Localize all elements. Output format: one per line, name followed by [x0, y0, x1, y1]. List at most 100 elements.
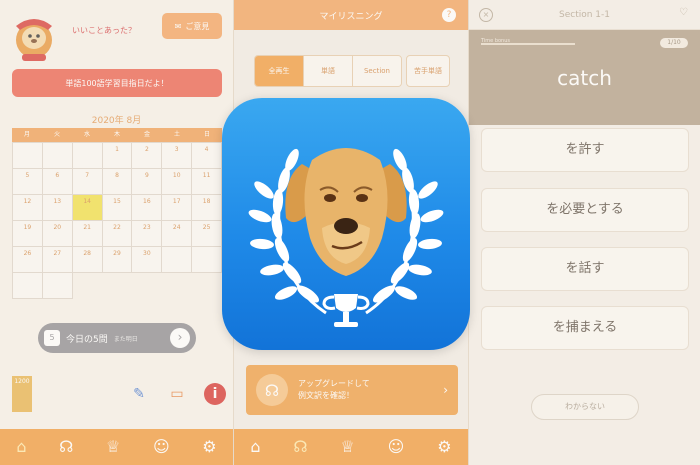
calendar-grid: 1 2 3 4 5 6 7 8 9 10 11 12 13 14 15 16 17 18 19 20 21 22 23 24 2… [12, 142, 222, 299]
calendar-day[interactable]: 24 [162, 221, 193, 247]
weekday-label: 水 [83, 131, 90, 138]
calendar-day[interactable]: 19 [13, 221, 43, 247]
choice-3[interactable]: を話す [481, 247, 689, 291]
choice-4[interactable]: を捕まえる [481, 306, 689, 350]
segment-all[interactable]: 全再生 [255, 56, 304, 86]
calendar-day[interactable]: 12 [13, 195, 43, 221]
quiz-header: × Section 1-1 ♡ [469, 0, 700, 30]
quiz-screen: × Section 1-1 ♡ Time bonus 1/10 catch を許… [468, 0, 700, 465]
greeting-bubble: いいことあった？ [72, 26, 136, 35]
calendar-weekdays: 月火水木金土日 [12, 128, 222, 142]
weak-words-button[interactable]: 苦手単語 [406, 55, 450, 87]
card-icon[interactable]: ▭ [166, 383, 188, 405]
home-tools: ✎ ▭ i [128, 383, 226, 405]
weekday-label: 月 [23, 131, 30, 138]
quiz-word: catch [557, 66, 612, 90]
upgrade-line2: 例文訳を確認！ [298, 391, 354, 400]
todays-sub: また明日 [113, 335, 138, 343]
calendar-day [42, 143, 73, 169]
weekday-label: 日 [203, 131, 210, 138]
segment-word[interactable]: 単語 [304, 56, 353, 86]
calendar-day[interactable]: 26 [13, 247, 43, 273]
tab-bar: ⌂ ☊ ♕ ☺ ⚙ [0, 429, 233, 465]
calendar-day[interactable]: 6 [42, 169, 73, 195]
word-card: Time bonus 1/10 catch [469, 30, 700, 125]
calendar-day[interactable]: 20 [42, 221, 73, 247]
calendar-day[interactable]: 28 [72, 247, 103, 273]
headphones-icon: ☊ [256, 374, 288, 406]
time-bonus-bar [481, 43, 575, 45]
calendar-day[interactable]: 16 [132, 195, 163, 221]
calendar-day [13, 273, 43, 299]
calendar-day[interactable]: 8 [102, 169, 133, 195]
choice-1[interactable]: を許す [481, 128, 689, 172]
mascot-icon [16, 19, 52, 61]
settings-icon[interactable]: ⚙ [437, 439, 451, 455]
segment-section[interactable]: Section [353, 56, 401, 86]
calendar-day[interactable]: 2 [132, 143, 163, 169]
listening-segments: 全再生 単語 Section [254, 55, 402, 87]
feedback-label: ご意見 [185, 21, 210, 31]
calendar-day[interactable]: 1 [102, 143, 133, 169]
weekday-label: 土 [173, 131, 180, 138]
profile-icon[interactable]: ☺ [388, 439, 405, 455]
calendar-day [162, 247, 193, 273]
pencil-icon[interactable]: ✎ [128, 383, 150, 405]
headphones-icon[interactable]: ☊ [59, 439, 73, 455]
info-icon[interactable]: i [204, 383, 226, 405]
upgrade-line1: アップグレードして [298, 379, 370, 388]
calendar-day [192, 247, 222, 273]
page-title: マイリスニング [319, 11, 383, 22]
chevron-right-icon: › [443, 383, 448, 397]
headphones-icon[interactable]: ☊ [293, 439, 307, 455]
calendar-day[interactable]: 11 [192, 169, 222, 195]
home-icon[interactable]: ⌂ [16, 439, 26, 455]
level-badge[interactable]: 1200 [12, 376, 32, 412]
close-icon[interactable]: × [479, 8, 493, 22]
calendar-day [72, 143, 103, 169]
trophy-icon[interactable]: ♕ [340, 439, 354, 455]
question-counter: 1/10 [660, 38, 688, 48]
calendar-day[interactable]: 3 [162, 143, 193, 169]
bookmark-icon[interactable]: ♡ [679, 7, 688, 18]
calendar-day[interactable]: 9 [132, 169, 163, 195]
calendar-day[interactable]: 4 [192, 143, 222, 169]
home-icon[interactable]: ⌂ [250, 439, 260, 455]
calendar-day-today[interactable]: 14 [72, 195, 103, 221]
calendar-day [13, 143, 43, 169]
upgrade-banner[interactable]: ☊ アップグレードして 例文訳を確認！ › [246, 365, 458, 415]
calendar-day[interactable]: 5 [13, 169, 43, 195]
todays-quiz-button[interactable]: 5 今日の5問 また明日 › [38, 323, 196, 353]
help-icon[interactable]: ? [442, 8, 456, 22]
todays-label: 今日の5問 [66, 334, 108, 345]
settings-icon[interactable]: ⚙ [202, 439, 216, 455]
level-badge-label: 1200 [14, 378, 30, 385]
calendar-day[interactable]: 13 [42, 195, 73, 221]
calendar-day[interactable]: 27 [42, 247, 73, 273]
choice-2[interactable]: を必要とする [481, 188, 689, 232]
feedback-button[interactable]: ✉ ご意見 [162, 13, 222, 39]
calendar-day[interactable]: 29 [102, 247, 133, 273]
profile-icon[interactable]: ☺ [153, 439, 170, 455]
weekday-label: 金 [143, 131, 150, 138]
chevron-right-icon: › [170, 328, 190, 348]
calendar-day[interactable]: 10 [162, 169, 193, 195]
calendar-day[interactable]: 21 [72, 221, 103, 247]
calendar-day[interactable]: 30 [132, 247, 163, 273]
trophy-icon[interactable]: ♕ [106, 439, 120, 455]
app-preview: いいことあった？ ✉ ご意見 単語100語学習目指日だよ！ 2020年 8月 月… [0, 0, 700, 465]
todays-count: 5 [44, 330, 60, 346]
dont-know-button[interactable]: わからない [531, 394, 639, 420]
calendar-day[interactable]: 22 [102, 221, 133, 247]
calendar-day[interactable]: 17 [162, 195, 193, 221]
weekday-label: 木 [113, 131, 120, 138]
dog-trophy-icon [248, 148, 444, 327]
calendar-day[interactable]: 25 [192, 221, 222, 247]
home-screen: いいことあった？ ✉ ご意見 単語100語学習目指日だよ！ 2020年 8月 月… [0, 0, 233, 465]
calendar-day[interactable]: 7 [72, 169, 103, 195]
calendar-day[interactable]: 18 [192, 195, 222, 221]
calendar-day[interactable]: 23 [132, 221, 163, 247]
weekday-label: 火 [53, 131, 60, 138]
calendar-day[interactable]: 15 [102, 195, 133, 221]
goal-banner[interactable]: 単語100語学習目指日だよ！ [12, 69, 222, 97]
